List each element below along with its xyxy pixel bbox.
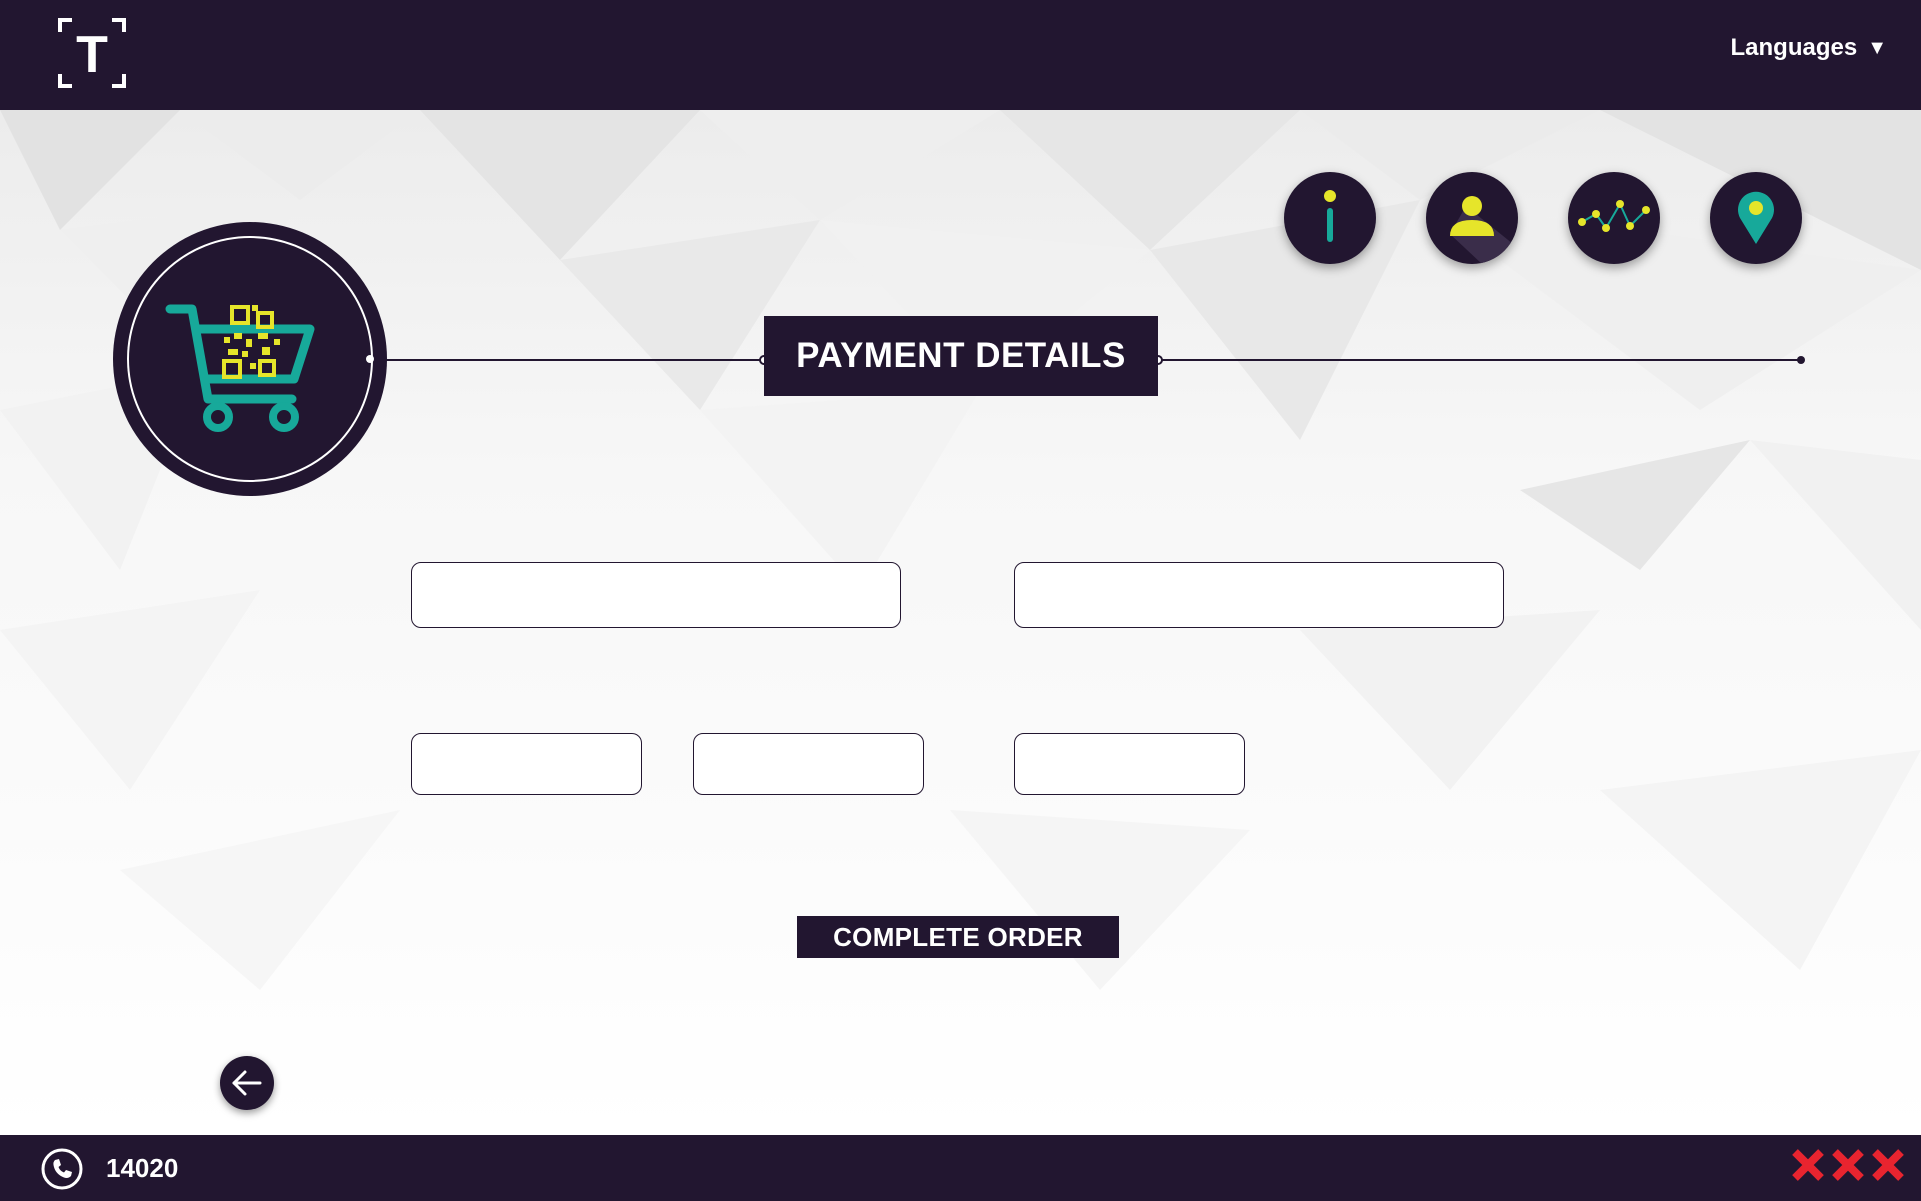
user-icon	[1450, 196, 1518, 264]
close-icon	[1832, 1149, 1864, 1181]
payment-field-4[interactable]	[693, 733, 924, 795]
complete-order-button[interactable]: COMPLETE ORDER	[797, 916, 1119, 958]
arrow-left-icon	[232, 1070, 262, 1096]
info-icon	[1324, 190, 1336, 242]
cart-badge	[112, 221, 388, 497]
info-button[interactable]	[1284, 172, 1376, 264]
location-pin-icon	[1738, 191, 1774, 244]
close-icon	[1872, 1149, 1904, 1181]
phone-number: 14020	[106, 1153, 179, 1183]
payment-field-3[interactable]	[411, 733, 642, 795]
payment-field-5[interactable]	[1014, 733, 1245, 795]
stats-button[interactable]	[1568, 172, 1660, 264]
location-button[interactable]	[1710, 172, 1802, 264]
payment-field-2[interactable]	[1014, 562, 1504, 628]
payment-field-1[interactable]	[411, 562, 901, 628]
caret-down-icon: ▼	[1867, 36, 1887, 59]
phone-icon[interactable]	[40, 1147, 84, 1191]
stats-icon	[1578, 200, 1650, 232]
page-title: PAYMENT DETAILS	[764, 316, 1158, 396]
languages-label: Languages	[1730, 34, 1858, 61]
top-bar: T Languages ▼	[0, 0, 1921, 110]
user-button[interactable]	[1426, 172, 1518, 264]
back-button[interactable]	[220, 1056, 274, 1110]
shopping-cart-qr-icon	[113, 222, 387, 496]
logo-letter: T	[76, 26, 108, 84]
close-icon	[1792, 1149, 1824, 1181]
logo-mark: T	[58, 18, 126, 88]
logo: T	[58, 18, 126, 88]
languages-menu[interactable]: Languages ▼	[1731, 34, 1888, 62]
bottom-bar: 14020	[0, 1135, 1921, 1201]
close-marks[interactable]	[1791, 1148, 1905, 1182]
